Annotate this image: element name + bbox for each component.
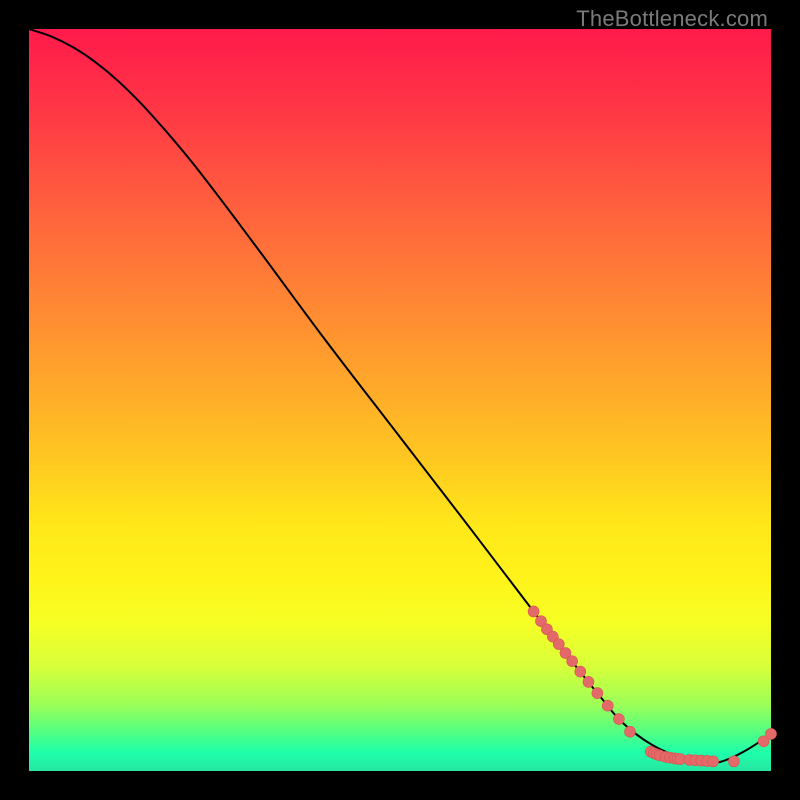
data-points-group bbox=[528, 606, 776, 767]
data-point bbox=[567, 656, 578, 667]
data-point bbox=[583, 676, 594, 687]
data-point bbox=[766, 728, 777, 739]
data-point bbox=[592, 688, 603, 699]
data-point bbox=[602, 700, 613, 711]
data-point bbox=[575, 666, 586, 677]
data-point bbox=[625, 726, 636, 737]
data-point bbox=[613, 714, 624, 725]
data-point bbox=[708, 756, 719, 767]
plot-area bbox=[29, 29, 771, 771]
data-point bbox=[528, 606, 539, 617]
data-point bbox=[728, 756, 739, 767]
chart-stage: TheBottleneck.com bbox=[0, 0, 800, 800]
bottleneck-curve bbox=[29, 29, 771, 762]
plot-svg bbox=[29, 29, 771, 771]
